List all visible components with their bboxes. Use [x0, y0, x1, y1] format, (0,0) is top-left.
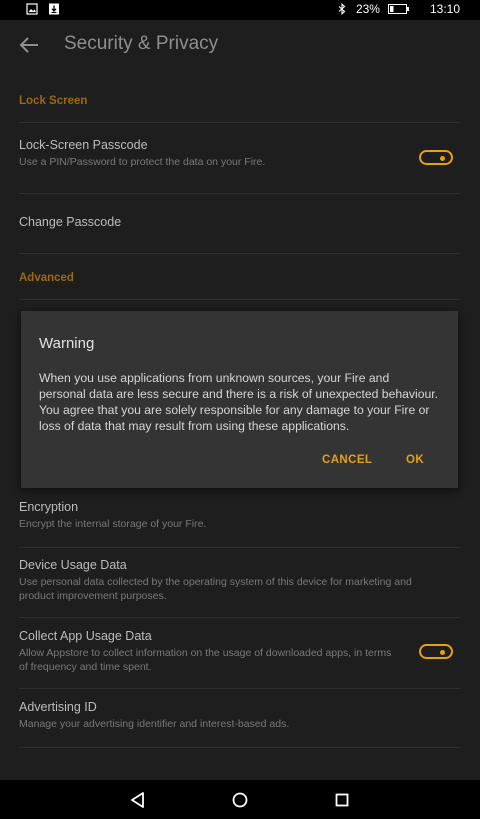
section-header-advanced: Advanced — [19, 272, 74, 284]
divider — [19, 299, 460, 300]
setting-title: Device Usage Data — [19, 558, 127, 572]
toggle-knob — [440, 649, 445, 655]
nav-home-icon[interactable] — [230, 790, 250, 810]
divider — [19, 122, 460, 123]
setting-title: Lock-Screen Passcode — [19, 138, 148, 152]
divider — [19, 688, 460, 689]
toggle-knob — [440, 155, 445, 161]
section-header-lock-screen: Lock Screen — [19, 95, 88, 107]
page-title: Security & Privacy — [64, 33, 219, 54]
setting-title: Encryption — [19, 500, 79, 514]
ok-button[interactable]: OK — [406, 454, 424, 466]
setting-subtitle: Use a PIN/Password to protect the data o… — [19, 156, 266, 168]
battery-icon — [387, 4, 409, 14]
divider — [19, 747, 460, 748]
setting-subtitle: Use personal data collected by the opera… — [19, 576, 412, 602]
app-usage-toggle[interactable] — [419, 644, 453, 659]
divider — [19, 547, 460, 548]
setting-subtitle: Encrypt the internal storage of your Fir… — [19, 518, 207, 530]
setting-title: Collect App Usage Data — [19, 629, 152, 643]
divider — [19, 193, 460, 194]
navigation-bar — [0, 780, 480, 819]
setting-item-passcode[interactable]: Lock-Screen Passcode Use a PIN/Password … — [19, 138, 460, 170]
setting-item-change-passcode[interactable]: Change Passcode — [19, 215, 460, 229]
setting-item-app-usage[interactable]: Collect App Usage Data Allow Appstore to… — [19, 629, 460, 674]
warning-dialog: Warning When you use applications from u… — [21, 311, 458, 488]
setting-subtitle: Manage your advertising identifier and i… — [19, 718, 290, 730]
setting-item-encryption[interactable]: Encryption Encrypt the internal storage … — [19, 500, 460, 532]
back-arrow-icon[interactable] — [18, 34, 40, 56]
setting-item-advertising-id[interactable]: Advertising ID Manage your advertising i… — [19, 700, 460, 732]
dialog-message: When you use applications from unknown s… — [39, 371, 439, 433]
setting-item-device-usage[interactable]: Device Usage Data Use personal data coll… — [19, 558, 460, 603]
battery-percent: 23% — [355, 2, 380, 16]
nav-back-icon[interactable] — [128, 790, 148, 810]
passcode-toggle[interactable] — [419, 150, 453, 165]
setting-subtitle: Allow Appstore to collect information on… — [19, 647, 392, 673]
nav-recents-icon[interactable] — [332, 790, 352, 810]
cancel-button[interactable]: CANCEL — [322, 454, 372, 466]
divider — [19, 617, 460, 618]
status-time: 13:10 — [429, 2, 460, 16]
dialog-title: Warning — [39, 335, 95, 352]
image-notification-icon — [26, 3, 38, 15]
divider — [19, 253, 460, 254]
status-bar: 23% 13:10 — [0, 0, 480, 20]
app-bar: Security & Privacy — [0, 20, 480, 70]
setting-title: Change Passcode — [19, 215, 122, 229]
download-notification-icon — [49, 3, 59, 15]
setting-title: Advertising ID — [19, 700, 97, 714]
bluetooth-icon — [338, 3, 346, 15]
